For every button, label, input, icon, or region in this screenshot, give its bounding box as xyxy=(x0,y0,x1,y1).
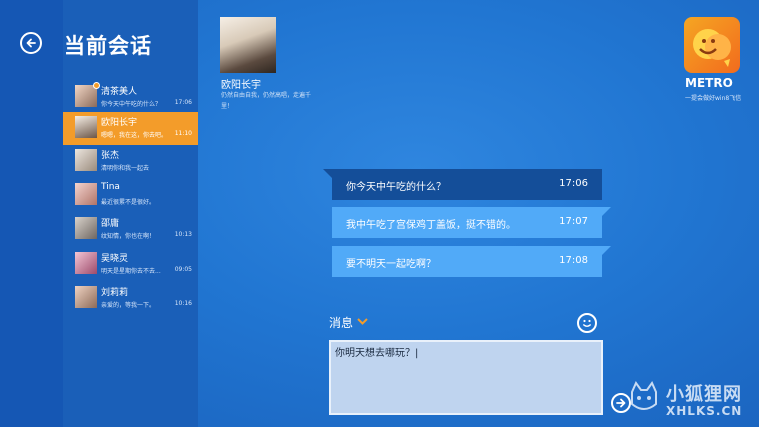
contact-name: 刘莉莉 xyxy=(101,288,129,298)
message-type-dropdown[interactable]: 消息 xyxy=(329,314,353,331)
contact-preview: 清明你和我一起去 xyxy=(101,165,150,172)
contact-name: 邵庸 xyxy=(101,219,120,229)
contact-preview: 亲爱的，等我一下。 xyxy=(101,302,156,309)
message-input[interactable]: 你明天想去哪玩？| xyxy=(329,340,603,415)
avatar xyxy=(75,252,97,274)
message-text: 你今天中午吃的什么？ xyxy=(346,182,446,193)
page-title: 当前会话 xyxy=(64,34,152,58)
contact-time: 17:06 xyxy=(174,99,192,106)
avatar xyxy=(75,116,97,138)
contact-item[interactable]: 吴晓灵 明天是星期你去不去... 09:05 xyxy=(63,248,198,281)
contact-item[interactable]: 清茶美人 你今天中午吃的什么？ 17:06 xyxy=(63,81,198,114)
contact-name: 张杰 xyxy=(101,151,120,161)
back-button[interactable] xyxy=(20,32,42,54)
contact-name: 清茶美人 xyxy=(101,87,138,97)
message-time: 17:06 xyxy=(559,178,588,189)
avatar xyxy=(75,183,97,205)
contact-item[interactable]: 张杰 清明你和我一起去 xyxy=(63,145,198,178)
smiley-icon xyxy=(582,319,592,327)
message-time: 17:07 xyxy=(559,216,588,227)
contact-name: 吴晓灵 xyxy=(101,254,129,264)
chat-avatar[interactable] xyxy=(220,17,276,73)
chat-contact-status: 仍然自由自我，仍然高唱，走遍千里！ xyxy=(221,92,312,110)
watermark-text: 小狐狸网 xyxy=(666,384,742,405)
contact-item[interactable]: 邵庸 纹知情，你也在啊！ 10:13 xyxy=(63,213,198,246)
contact-time: 10:16 xyxy=(174,300,192,307)
contact-preview: 明天是星期你去不去... xyxy=(101,268,161,275)
back-arrow-icon xyxy=(26,38,36,48)
message-time: 17:08 xyxy=(559,255,588,266)
contact-name: 欧阳长宇 xyxy=(101,118,138,128)
contact-preview: 最近很累不是很好。 xyxy=(101,199,156,206)
message-bubble-received: 要不明天一起吃啊？ 17:08 xyxy=(332,246,611,277)
unread-badge xyxy=(93,82,100,89)
app-subtitle: 一提会做好win8飞信 xyxy=(685,95,742,102)
app-title: METRO xyxy=(685,76,733,90)
message-text: 我中午吃了宫保鸡丁盖饭，挺不错的。 xyxy=(346,220,516,231)
message-bubble-sent: 你今天中午吃的什么？ 17:06 xyxy=(323,169,602,200)
emoji-button[interactable] xyxy=(577,313,597,333)
contact-preview: 纹知情，你也在啊！ xyxy=(101,233,156,240)
message-text: 要不明天一起吃啊？ xyxy=(346,259,436,270)
contact-time: 11:10 xyxy=(174,130,192,137)
contact-time: 10:13 xyxy=(174,231,192,238)
watermark-url: XHLKS.CN xyxy=(666,404,743,418)
chat-contact-name: 欧阳长宇 xyxy=(221,80,261,91)
contact-name: Tina xyxy=(101,182,120,192)
contact-preview: 嗯嗯，我在这，你去吧。 xyxy=(101,132,168,139)
contact-item[interactable]: 刘莉莉 亲爱的，等我一下。 10:16 xyxy=(63,282,198,315)
avatar xyxy=(75,217,97,239)
message-bubble-received: 我中午吃了宫保鸡丁盖饭，挺不错的。 17:07 xyxy=(332,207,611,238)
watermark: 小狐狸网 XHLKS.CN xyxy=(622,380,759,427)
app-logo xyxy=(684,17,740,73)
contact-item[interactable]: Tina 最近很累不是很好。 xyxy=(63,179,198,212)
avatar xyxy=(75,149,97,171)
fox-logo-icon xyxy=(631,380,657,410)
chevron-down-icon[interactable] xyxy=(357,314,368,331)
contact-preview: 你今天中午吃的什么？ xyxy=(101,101,162,108)
avatar xyxy=(75,286,97,308)
contact-item-active[interactable]: 欧阳长宇 嗯嗯，我在这，你去吧。 11:10 xyxy=(63,112,198,145)
contact-time: 09:05 xyxy=(174,266,192,273)
